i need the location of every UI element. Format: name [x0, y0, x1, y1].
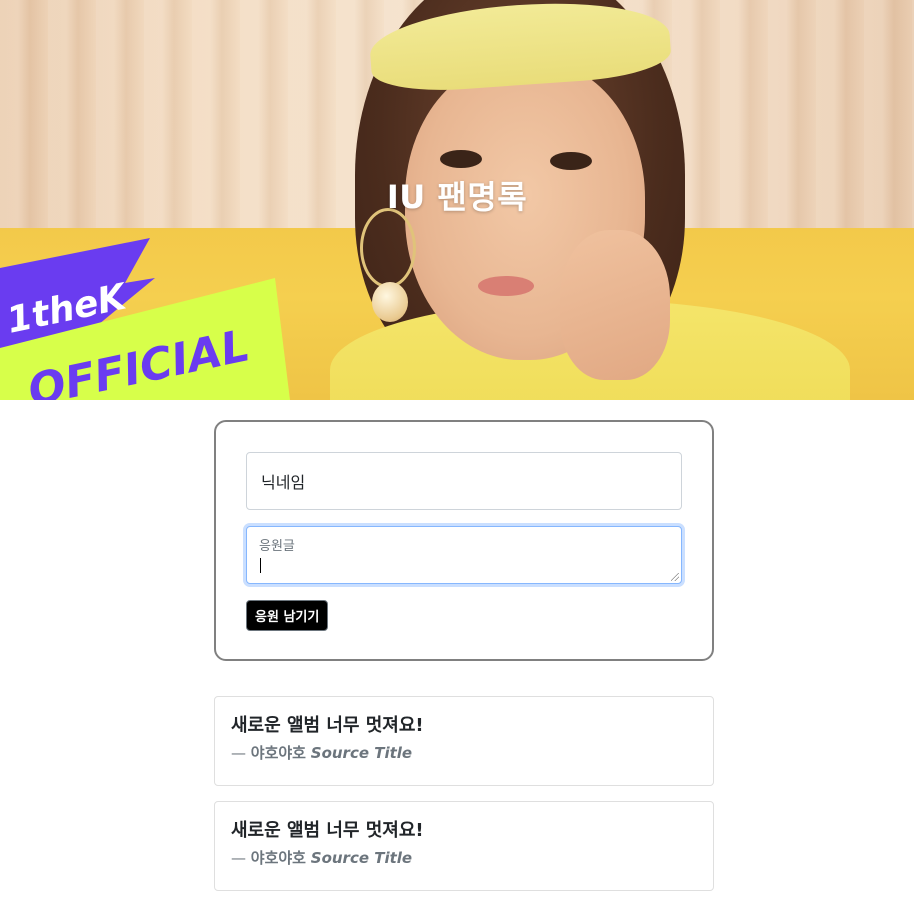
comment-card: 새로운 앨범 너무 멋져요! — 야호야호 Source Title: [214, 801, 714, 891]
message-placeholder: 응원글: [259, 539, 295, 554]
1thek-official-logo: 1theK OFFICIAL: [0, 238, 290, 400]
comment-author: 야호야호: [250, 744, 306, 762]
guestbook-form: 닉네임 응원글 응원 남기기: [214, 420, 714, 661]
comment-footer: — 야호야호 Source Title: [231, 848, 697, 868]
comment-source: Source Title: [310, 744, 413, 762]
hero-photo-lips: [478, 276, 534, 296]
hero-banner: 1theK OFFICIAL IU 팬명록: [0, 0, 914, 400]
comment-text: 새로운 앨범 너무 멋져요!: [231, 820, 424, 841]
hero-photo-hand: [560, 230, 670, 380]
hero-photo-earring: [360, 208, 416, 288]
resize-grip-icon[interactable]: [671, 573, 679, 581]
comment-author: 야호야호: [250, 849, 306, 867]
hero-photo-eye: [550, 152, 592, 170]
text-caret: [260, 558, 261, 573]
comment-dash: —: [231, 744, 246, 762]
comment-footer: — 야호야호 Source Title: [231, 743, 697, 763]
nickname-value: 닉네임: [261, 473, 306, 492]
hero-photo-eye: [440, 150, 482, 168]
message-textarea[interactable]: 응원글: [246, 526, 682, 584]
comment-card: 새로운 앨범 너무 멋져요! — 야호야호 Source Title: [214, 696, 714, 786]
nickname-input[interactable]: 닉네임: [246, 452, 682, 510]
comment-text: 새로운 앨범 너무 멋져요!: [231, 715, 424, 736]
comment-dash: —: [231, 849, 246, 867]
submit-cheer-button[interactable]: 응원 남기기: [246, 600, 329, 631]
hero-photo-earring-ball: [372, 282, 408, 322]
comment-source: Source Title: [310, 849, 413, 867]
page-title: IU 팬명록: [386, 178, 528, 216]
